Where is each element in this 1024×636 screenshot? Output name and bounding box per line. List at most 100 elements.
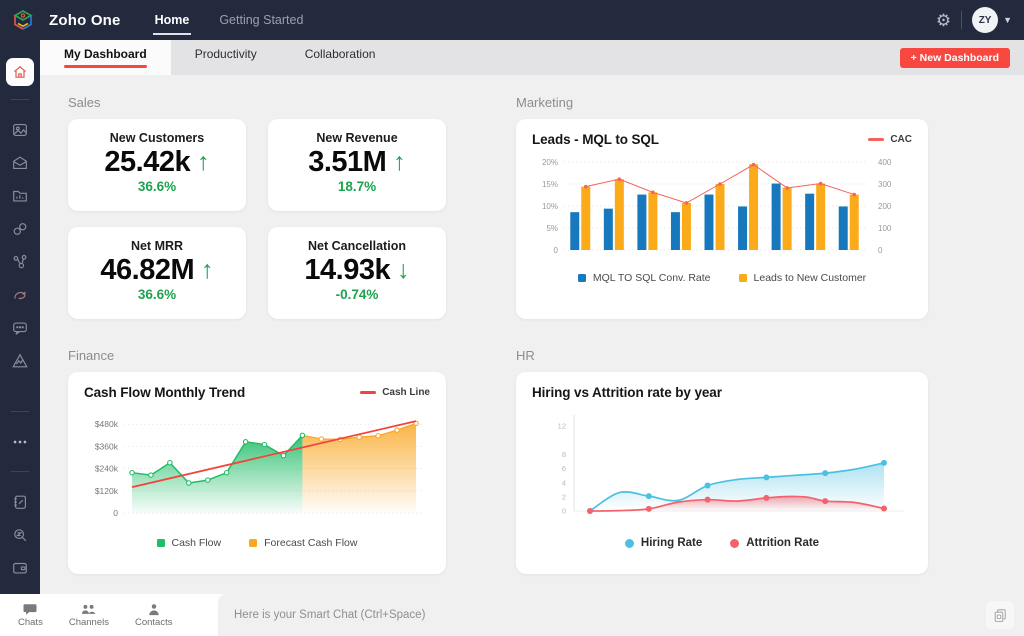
chat-tabs: Chats Channels Contacts bbox=[0, 594, 218, 636]
yellow-swatch bbox=[738, 274, 747, 282]
topbar: Zoho One Home Getting Started ⚙ ZY ▼ bbox=[0, 0, 1024, 40]
svg-text:15%: 15% bbox=[542, 180, 558, 189]
tab-collaboration[interactable]: Collaboration bbox=[281, 40, 400, 75]
gear-icon[interactable]: ⚙ bbox=[936, 12, 951, 29]
legend-cash-flow[interactable]: Cash Flow bbox=[156, 537, 221, 549]
marketing-chart-card: Leads - MQL to SQL CAC 0 5% 10% 15% 20% 0 100 2… bbox=[516, 119, 928, 319]
legend-leads-new-customer[interactable]: Leads to New Customer bbox=[738, 272, 866, 284]
kpi-change: 36.6% bbox=[137, 287, 177, 302]
smart-chat-placeholder: Here is your Smart Chat (Ctrl+Space) bbox=[234, 609, 426, 621]
sales-kpi-grid: New Customers 25.42k ↑ 36.6% New Revenue … bbox=[68, 119, 446, 319]
hr-chart-title: Hiring vs Attrition rate by year bbox=[532, 385, 722, 400]
top-nav: Home Getting Started bbox=[152, 9, 306, 35]
sidebar-item-wallet[interactable] bbox=[11, 559, 29, 577]
svg-text:6: 6 bbox=[562, 464, 566, 473]
tab-label: Collaboration bbox=[304, 47, 376, 61]
analytics-icon bbox=[12, 352, 28, 367]
cash-line-legend[interactable]: Cash Line bbox=[360, 387, 430, 398]
up-arrow-icon: ↑ bbox=[197, 148, 210, 176]
sidebar-item-network[interactable] bbox=[11, 253, 29, 271]
bottom-tab-chats[interactable]: Chats bbox=[18, 603, 43, 628]
legend-mql-rate[interactable]: MQL TO SQL Conv. Rate bbox=[577, 272, 711, 284]
svg-text:2: 2 bbox=[562, 492, 566, 501]
avatar[interactable]: ZY bbox=[972, 7, 999, 33]
hr-chart-card: Hiring vs Attrition rate by year 0 2 4 6 8 12… bbox=[516, 372, 928, 574]
sprints-icon bbox=[14, 291, 26, 299]
sidebar-item-reports[interactable] bbox=[11, 187, 29, 205]
section-label-hr: HR bbox=[516, 348, 535, 363]
sidebar-item-notebook[interactable] bbox=[11, 493, 29, 511]
cac-line-swatch bbox=[868, 138, 885, 141]
svg-text:$240k: $240k bbox=[95, 464, 119, 474]
legend-hiring-rate[interactable]: Hiring Rate bbox=[624, 537, 702, 549]
network-icon bbox=[13, 254, 27, 268]
up-arrow-icon: ↑ bbox=[393, 148, 406, 176]
tab-productivity[interactable]: Productivity bbox=[171, 40, 281, 75]
sidebar bbox=[0, 40, 40, 594]
kpi-value: 25.42k bbox=[104, 146, 191, 178]
marketing-chart: 0 5% 10% 15% 20% 0 100 200 300 400 bbox=[542, 158, 892, 255]
hr-chart: 0 2 4 6 8 12 bbox=[558, 415, 904, 516]
tab-label: My Dashboard bbox=[64, 47, 147, 61]
legend-attrition-rate[interactable]: Attrition Rate bbox=[730, 537, 819, 549]
legend-forecast-cash-flow[interactable]: Forecast Cash Flow bbox=[249, 537, 357, 549]
brand-title: Zoho One bbox=[49, 11, 121, 29]
notebook-icon bbox=[14, 495, 26, 509]
tab-my-dashboard[interactable]: My Dashboard bbox=[40, 40, 171, 75]
cyan-dot-swatch bbox=[624, 538, 634, 548]
cash-line-label: Cash Line bbox=[382, 387, 430, 398]
nav-home[interactable]: Home bbox=[152, 9, 192, 35]
chevron-down-icon: ▼ bbox=[1003, 15, 1012, 25]
zoho-one-logo-icon[interactable] bbox=[11, 8, 35, 32]
sidebar-divider bbox=[11, 411, 29, 412]
people-group-icon bbox=[82, 604, 96, 614]
nav-getting-started[interactable]: Getting Started bbox=[217, 9, 305, 31]
svg-text:$480k: $480k bbox=[95, 419, 119, 429]
svg-text:12: 12 bbox=[558, 422, 566, 431]
sidebar-item-more[interactable] bbox=[11, 433, 29, 451]
sidebar-item-mail[interactable] bbox=[11, 154, 29, 172]
svg-text:0: 0 bbox=[562, 507, 566, 516]
sidebar-item-links[interactable] bbox=[11, 220, 29, 238]
kpi-card-new-customers: New Customers 25.42k ↑ 36.6% bbox=[68, 119, 246, 211]
home-icon bbox=[14, 66, 26, 78]
bottom-tab-contacts[interactable]: Contacts bbox=[135, 603, 172, 628]
svg-text:5%: 5% bbox=[546, 224, 558, 233]
sidebar-item-chat[interactable] bbox=[11, 319, 29, 337]
kpi-value: 14.93k bbox=[304, 254, 391, 286]
sidebar-item-home[interactable] bbox=[6, 58, 34, 86]
kpi-card-net-cancellation: Net Cancellation 14.93k ↓ -0.74% bbox=[268, 227, 446, 319]
reports-folder-icon bbox=[13, 190, 27, 202]
finance-legend: Cash Flow Forecast Cash Flow bbox=[84, 537, 430, 549]
new-dashboard-button[interactable]: + New Dashboard bbox=[899, 48, 1010, 68]
sidebar-bottom bbox=[11, 398, 29, 594]
section-label-marketing: Marketing bbox=[516, 95, 574, 110]
svg-text:200: 200 bbox=[878, 202, 892, 211]
sidebar-item-analytics[interactable] bbox=[11, 352, 29, 370]
clipboard-button[interactable] bbox=[986, 601, 1014, 629]
mail-icon bbox=[13, 155, 27, 169]
tab-label: Productivity bbox=[194, 47, 257, 61]
sidebar-divider bbox=[11, 99, 29, 100]
user-menu[interactable]: ZY ▼ bbox=[972, 7, 1012, 33]
up-arrow-icon: ↑ bbox=[201, 256, 214, 284]
bottom-tab-channels[interactable]: Channels bbox=[69, 603, 109, 628]
wallet-icon bbox=[13, 562, 27, 574]
sidebar-item-sprints[interactable] bbox=[11, 286, 29, 304]
link-icon bbox=[13, 222, 27, 235]
kpi-title: Net MRR bbox=[130, 239, 184, 253]
sidebar-item-search[interactable] bbox=[11, 526, 29, 544]
active-tab-underline bbox=[64, 65, 147, 68]
kpi-card-net-mrr: Net MRR 46.82M ↑ 36.6% bbox=[68, 227, 246, 319]
svg-text:300: 300 bbox=[878, 180, 892, 189]
svg-text:8: 8 bbox=[562, 450, 566, 459]
sidebar-divider bbox=[11, 471, 29, 472]
cac-legend[interactable]: CAC bbox=[868, 134, 912, 145]
green-swatch bbox=[156, 539, 165, 547]
finance-chart: 0 $120k $240k $360k $480k bbox=[95, 419, 422, 518]
svg-text:0: 0 bbox=[113, 508, 118, 518]
smart-chat-input[interactable]: Here is your Smart Chat (Ctrl+Space) bbox=[218, 594, 1024, 636]
sidebar-item-gallery[interactable] bbox=[11, 121, 29, 139]
svg-text:0: 0 bbox=[878, 246, 883, 255]
marketing-legend: MQL TO SQL Conv. Rate Leads to New Custo… bbox=[532, 272, 912, 284]
